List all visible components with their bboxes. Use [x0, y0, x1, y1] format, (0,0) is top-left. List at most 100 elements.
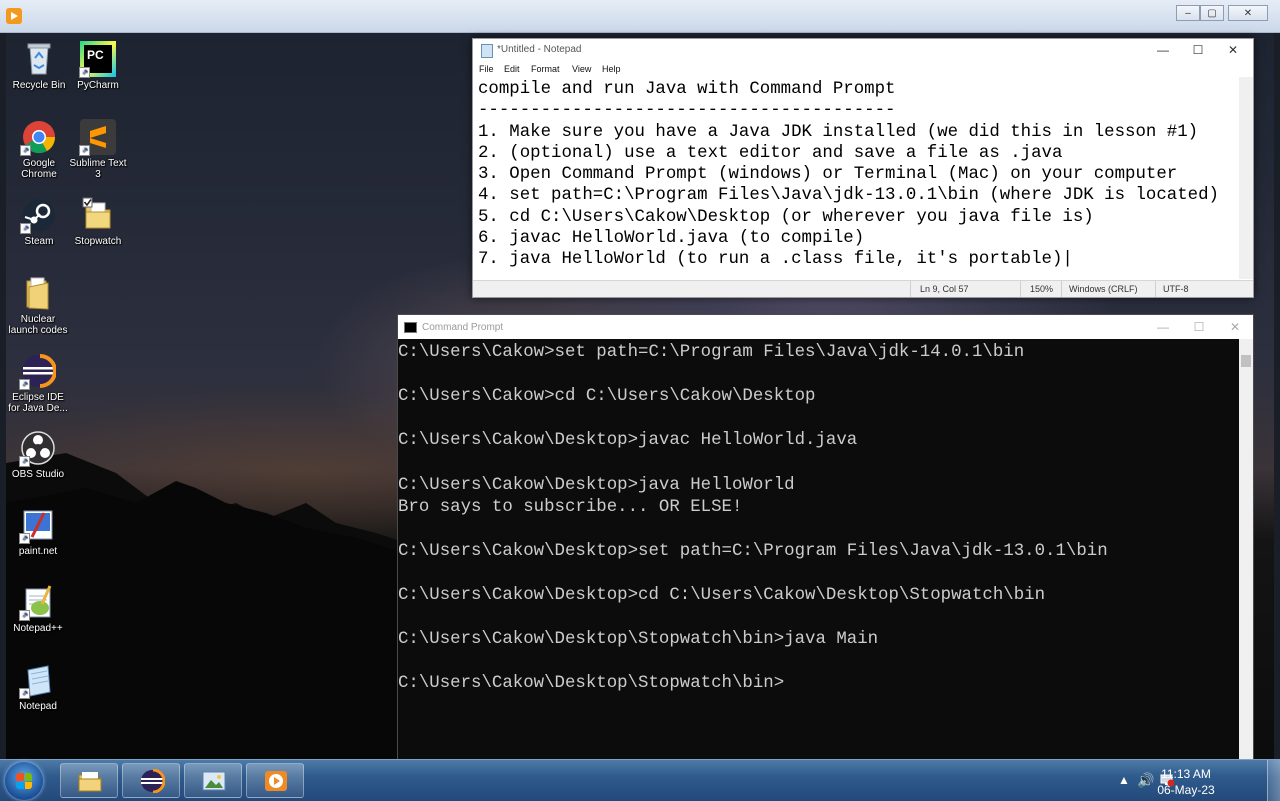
desktop-icon-nuclear-launch-codes[interactable]: Nuclear launch codes — [7, 275, 69, 336]
show-desktop-button[interactable] — [1267, 760, 1280, 801]
shortcut-arrow-icon: ↗ — [19, 610, 30, 621]
cmd-minimize-button[interactable]: — — [1145, 315, 1181, 339]
notepad-app-icon — [481, 44, 493, 58]
desktop-icon-paint-net[interactable]: ↗ paint.net — [7, 507, 69, 557]
desktop-icon-sublime-text[interactable]: ↗ Sublime Text 3 — [67, 119, 129, 180]
status-zoom: 150% — [1030, 284, 1054, 294]
status-separator — [1155, 281, 1156, 297]
desktop-icon-label: Steam — [24, 236, 54, 247]
vm-minimize-button[interactable]: ‒ — [1176, 5, 1200, 21]
status-separator — [910, 281, 911, 297]
system-tray: ▲ 🔊 11:13 AM 06-May-23 — [1110, 760, 1280, 801]
desktop-icon-label: Eclipse IDE for Java De... — [8, 392, 68, 414]
status-separator — [1061, 281, 1062, 297]
shortcut-arrow-icon: ↗ — [19, 379, 30, 390]
folder-icon — [20, 275, 56, 311]
taskbar-media-player-button[interactable] — [246, 763, 304, 798]
cmd-app-icon — [404, 322, 417, 333]
taskbar-file-explorer-button[interactable] — [60, 763, 118, 798]
desktop-icon-notepad-plus-plus[interactable]: ↗ Notepad++ — [7, 584, 69, 634]
desktop-icon-label: Notepad++ — [13, 623, 63, 634]
taskbar-photo-viewer-button[interactable] — [184, 763, 242, 798]
desktop-icon-eclipse-ide[interactable]: ↗ Eclipse IDE for Java De... — [7, 353, 69, 414]
vm-close-button[interactable]: ✕ — [1228, 5, 1268, 21]
notepad-title: *Untitled - Notepad — [497, 44, 582, 55]
media-player-icon — [263, 769, 289, 793]
cmd-title-bar[interactable]: Command Prompt — ☐ ✕ — [398, 315, 1253, 339]
status-line-ending: Windows (CRLF) — [1069, 284, 1138, 294]
notepad-icon: ↗ — [19, 662, 56, 699]
shortcut-arrow-icon: ↗ — [20, 223, 31, 234]
notepad-close-button[interactable]: ✕ — [1215, 39, 1251, 61]
sublime-text-icon: ↗ — [79, 119, 116, 156]
steam-icon: ↗ — [20, 197, 57, 234]
show-hidden-icons-icon[interactable]: ▲ — [1118, 773, 1130, 787]
photo-viewer-icon — [201, 769, 227, 793]
shortcut-arrow-icon: ↗ — [19, 456, 30, 467]
obs-icon: ↗ — [19, 430, 56, 467]
shortcut-arrow-icon: ↗ — [20, 145, 31, 156]
desktop-icon-pycharm[interactable]: PC ↗ PyCharm — [67, 41, 129, 91]
notepad-menu-bar: File Edit Format View Help — [473, 61, 1253, 77]
desktop-icon-label: Recycle Bin — [12, 80, 66, 91]
folder-icon — [80, 197, 116, 233]
desktop-icon-label: Nuclear launch codes — [8, 314, 68, 336]
notepad-maximize-button[interactable]: ☐ — [1180, 39, 1216, 61]
cmd-title: Command Prompt — [422, 322, 504, 333]
cmd-maximize-button[interactable]: ☐ — [1181, 315, 1217, 339]
chrome-icon: ↗ — [20, 119, 57, 156]
pycharm-icon: PC ↗ — [79, 41, 116, 78]
desktop-icon-recycle-bin[interactable]: Recycle Bin — [8, 41, 70, 91]
notepad-window[interactable]: *Untitled - Notepad — ☐ ✕ File Edit Form… — [472, 38, 1254, 298]
status-encoding: UTF-8 — [1163, 284, 1189, 294]
notepad-status-bar: Ln 9, Col 57 150% Windows (CRLF) UTF-8 — [473, 280, 1253, 297]
menu-edit[interactable]: Edit — [504, 64, 520, 74]
clock-time[interactable]: 11:13 AM — [1146, 767, 1226, 781]
menu-view[interactable]: View — [572, 64, 591, 74]
shortcut-arrow-icon: ↗ — [19, 688, 30, 699]
taskbar-eclipse-button[interactable] — [122, 763, 180, 798]
file-explorer-icon — [77, 769, 103, 793]
cmd-close-button[interactable]: ✕ — [1217, 315, 1253, 339]
start-button[interactable] — [5, 762, 43, 800]
desktop-icon-notepad[interactable]: ↗ Notepad — [7, 662, 69, 712]
menu-help[interactable]: Help — [602, 64, 621, 74]
recycle-bin-icon — [21, 41, 57, 77]
desktop-icon-steam[interactable]: ↗ Steam — [8, 197, 70, 247]
cmd-console-output[interactable]: C:\Users\Cakow>set path=C:\Program Files… — [398, 342, 1233, 752]
desktop-icon-label: Notepad — [19, 701, 57, 712]
desktop-icon-google-chrome[interactable]: ↗ Google Chrome — [8, 119, 70, 180]
shortcut-arrow-icon: ↗ — [79, 145, 90, 156]
command-prompt-window[interactable]: Command Prompt — ☐ ✕ C:\Users\Cakow>set … — [397, 314, 1254, 761]
desktop-icon-label: OBS Studio — [11, 469, 65, 480]
desktop-icon-label: paint.net — [18, 546, 58, 557]
desktop-icon-label: Stopwatch — [74, 236, 122, 247]
shortcut-arrow-icon: ↗ — [19, 533, 30, 544]
status-cursor-position: Ln 9, Col 57 — [920, 284, 969, 294]
desktop-icon-obs-studio[interactable]: ↗ OBS Studio — [7, 430, 69, 480]
paint-net-icon: ↗ — [19, 507, 56, 544]
eclipse-icon — [139, 768, 166, 794]
desktop-icon-label: Sublime Text 3 — [69, 158, 127, 180]
desktop-icon-label: PyCharm — [77, 80, 119, 91]
menu-file[interactable]: File — [479, 64, 494, 74]
menu-format[interactable]: Format — [531, 64, 560, 74]
vm-maximize-button[interactable]: ▢ — [1200, 5, 1224, 21]
shortcut-arrow-icon: ↗ — [79, 67, 90, 78]
taskbar: ▲ 🔊 11:13 AM 06-May-23 — [0, 759, 1280, 801]
notepad-minimize-button[interactable]: — — [1145, 39, 1181, 61]
notepad-title-bar[interactable]: *Untitled - Notepad — ☐ ✕ — [473, 39, 1253, 61]
status-separator — [1020, 281, 1021, 297]
vm-app-icon — [6, 8, 22, 24]
clock-date[interactable]: 06-May-23 — [1146, 783, 1226, 797]
notepad-vertical-scrollbar[interactable] — [1239, 77, 1253, 279]
desktop-icon-label: Google Chrome — [21, 158, 57, 180]
notepad-plus-plus-icon: ↗ — [19, 584, 56, 621]
cmd-scroll-thumb[interactable] — [1241, 355, 1251, 367]
vm-title-bar: ‒ ▢ ✕ — [0, 0, 1280, 33]
windows-logo-icon — [16, 773, 32, 789]
desktop-icon-stopwatch[interactable]: Stopwatch — [67, 197, 129, 247]
eclipse-icon: ↗ — [19, 353, 57, 390]
cmd-vertical-scrollbar[interactable] — [1239, 339, 1253, 760]
notepad-text-area[interactable]: compile and run Java with Command Prompt… — [478, 79, 1238, 269]
